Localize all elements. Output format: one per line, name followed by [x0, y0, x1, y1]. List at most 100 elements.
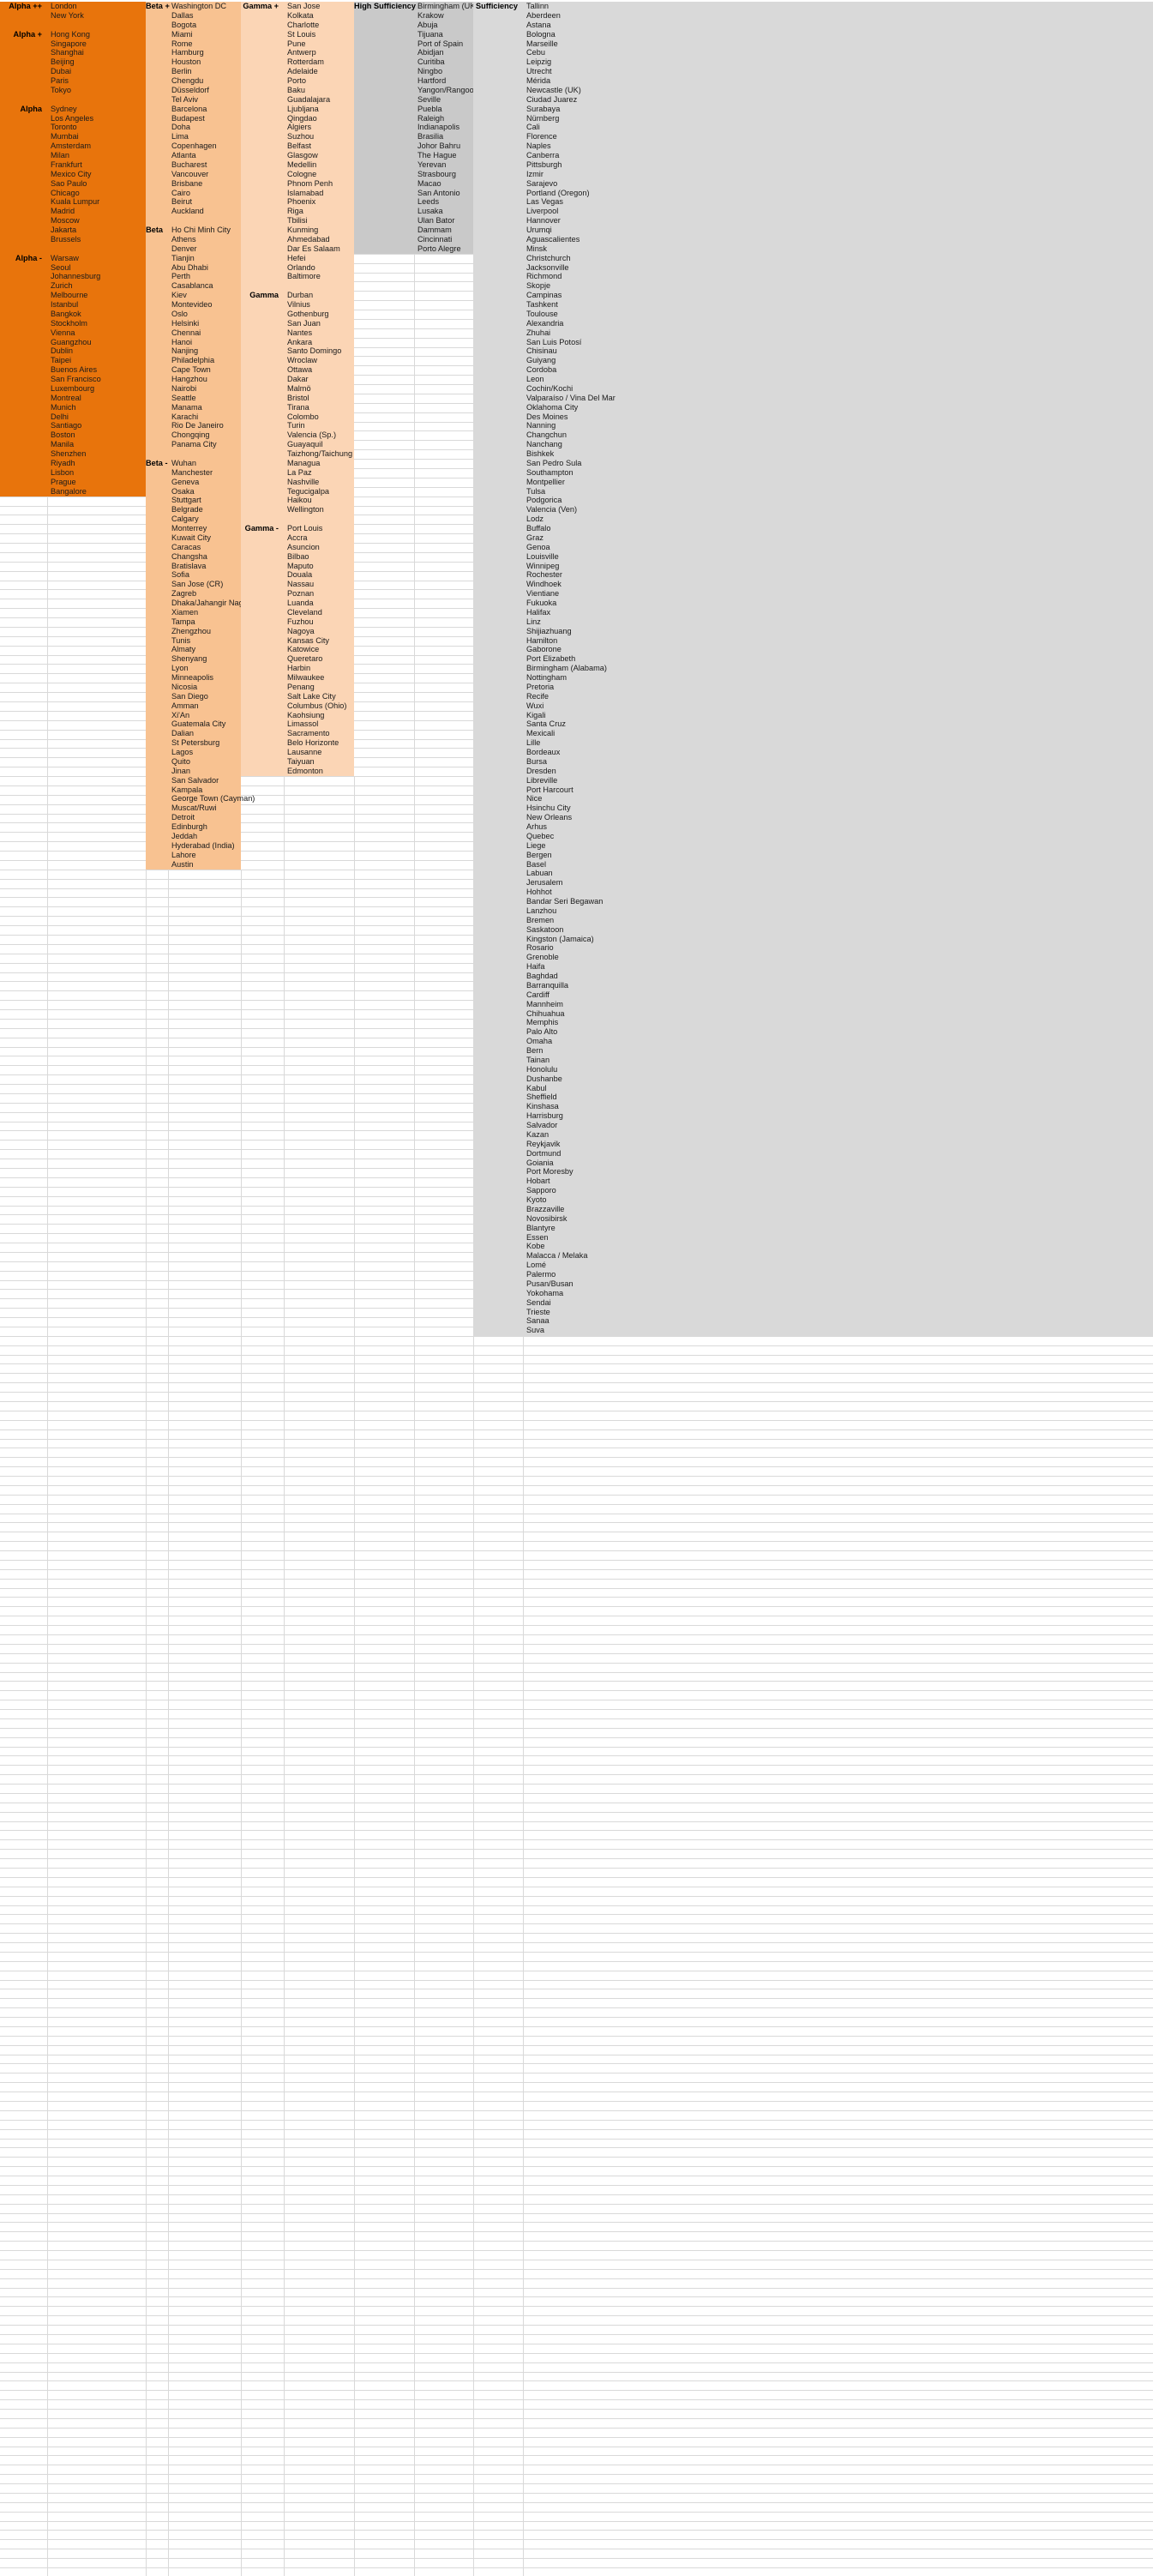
- tier-label: Gamma -: [244, 524, 279, 533]
- tier-label-empty: [146, 67, 168, 76]
- city-name: Jerusalem: [526, 878, 563, 888]
- city-row: Geneva: [146, 478, 241, 487]
- city-name: Stockholm: [51, 318, 87, 328]
- city-row: Mumbai: [0, 132, 146, 141]
- city-name: Oklahoma City: [526, 402, 579, 412]
- city-name: Hanoi: [171, 337, 193, 346]
- city-name: Guadalajara: [287, 94, 331, 104]
- city-name: Kolkata: [287, 10, 314, 20]
- city-row: Kiev: [146, 291, 241, 300]
- city-name: Bordeaux: [526, 748, 561, 756]
- tier-label-empty: [0, 39, 47, 49]
- tier-label-empty: [473, 785, 523, 795]
- city-row: Saskatoon: [473, 925, 1153, 935]
- city-row: San Luis Potosí: [473, 338, 1153, 347]
- tier-label-empty: [241, 711, 284, 720]
- tier-label-empty: [0, 430, 47, 440]
- tier-label-empty: [146, 803, 168, 813]
- city-row: Shenzhen: [0, 449, 146, 459]
- city-row: La Paz: [241, 468, 354, 478]
- tier-label-empty: [146, 384, 168, 394]
- city-name: Pune: [287, 39, 306, 48]
- city-name: Budapest: [171, 113, 205, 123]
- tier-label-empty: [0, 114, 47, 123]
- city-name: Paris: [51, 76, 69, 85]
- tier-label-empty: [241, 346, 284, 356]
- city-row: Minneapolis: [146, 673, 241, 683]
- tier-label-empty: [354, 57, 414, 67]
- tier-label-empty: [0, 170, 47, 179]
- tier-label-empty: [473, 197, 523, 207]
- city-row: Miami: [146, 30, 241, 39]
- city-row: Tainan: [473, 1056, 1153, 1065]
- city-name: Jakarta: [51, 226, 77, 234]
- city-row: Kyoto: [473, 1195, 1153, 1205]
- tier-label: Alpha: [20, 104, 42, 113]
- city-row: Kampala: [146, 785, 241, 795]
- city-row: Nassau: [241, 580, 354, 589]
- city-row: Sufficiency Tallinn: [473, 2, 1153, 11]
- city-row: Gothenburg: [241, 310, 354, 319]
- city-name: Yokohama: [526, 1288, 564, 1297]
- city-name: Hannover: [526, 216, 561, 226]
- city-row: San Pedro Sula: [473, 459, 1153, 468]
- city-row: Nanning: [473, 421, 1153, 430]
- tier-label-empty: [0, 459, 47, 468]
- city-name: Tallinn: [526, 2, 549, 10]
- city-name: Tainan: [526, 1055, 550, 1064]
- city-name: Nicosia: [171, 682, 198, 691]
- sufficiency-rows: Sufficiency Tallinn Aberdeen Astana Bologna M…: [473, 2, 1153, 1335]
- city-name: Panama City: [171, 440, 217, 449]
- city-row: Aguascalientes: [473, 235, 1153, 244]
- city-row: Ljubljana: [241, 105, 354, 114]
- city-name: Calgary: [171, 515, 199, 524]
- city-name: Salt Lake City: [287, 691, 336, 701]
- city-name: Madrid: [51, 207, 75, 216]
- city-row: Mérida: [473, 76, 1153, 86]
- city-name: St Louis: [287, 29, 316, 39]
- city-name: Porto: [287, 76, 306, 85]
- tier-label-empty: [473, 748, 523, 757]
- tier-label-empty: [473, 869, 523, 878]
- tier-label-empty: [0, 291, 47, 300]
- tier-label-empty: [241, 21, 284, 30]
- city-name: Bristol: [287, 393, 309, 402]
- city-name: Hsinchu City: [526, 803, 571, 813]
- city-row: Gamma + San Jose: [241, 2, 354, 11]
- city-name: Palermo: [526, 1270, 556, 1279]
- city-row: Santa Cruz: [473, 719, 1153, 729]
- city-name: Fuzhou: [287, 617, 314, 626]
- city-name: Richmond: [526, 272, 562, 281]
- tier-label-empty: [473, 114, 523, 123]
- city-row: San Salvador: [146, 776, 241, 785]
- city-row: Tunis: [146, 636, 241, 646]
- tier-label-empty: [354, 123, 414, 132]
- tier-label-empty: [473, 160, 523, 170]
- city-name: Toulouse: [526, 309, 558, 318]
- tier-label-empty: [473, 897, 523, 906]
- tier-label-empty: [354, 141, 414, 151]
- city-name: Nice: [526, 794, 543, 803]
- city-name: Cologne: [287, 169, 317, 178]
- tier-label-empty: [241, 356, 284, 365]
- city-row: Mexicali: [473, 729, 1153, 738]
- tier-label-empty: [146, 86, 168, 95]
- city-name: Sheffield: [526, 1092, 557, 1102]
- tier-label-empty: [473, 1289, 523, 1298]
- city-name: San Francisco: [51, 375, 101, 383]
- tier-label-empty: [146, 813, 168, 822]
- tier-label-empty: [146, 580, 168, 589]
- city-row: Chisinau: [473, 346, 1153, 356]
- city-row: Bologna: [473, 30, 1153, 39]
- city-name: Santa Cruz: [526, 719, 566, 729]
- city-name: Houston: [171, 57, 201, 67]
- tier-label-empty: [241, 105, 284, 114]
- city-name: Cincinnati: [417, 234, 453, 244]
- city-name: Jacksonville: [526, 262, 569, 272]
- city-name: Tegucigalpa: [287, 486, 330, 496]
- tier-label-empty: [146, 562, 168, 571]
- city-row: Jinan: [146, 767, 241, 776]
- city-name: Hartford: [417, 76, 447, 85]
- city-name: Hobart: [526, 1177, 550, 1186]
- city-row: Ahmedabad: [241, 235, 354, 244]
